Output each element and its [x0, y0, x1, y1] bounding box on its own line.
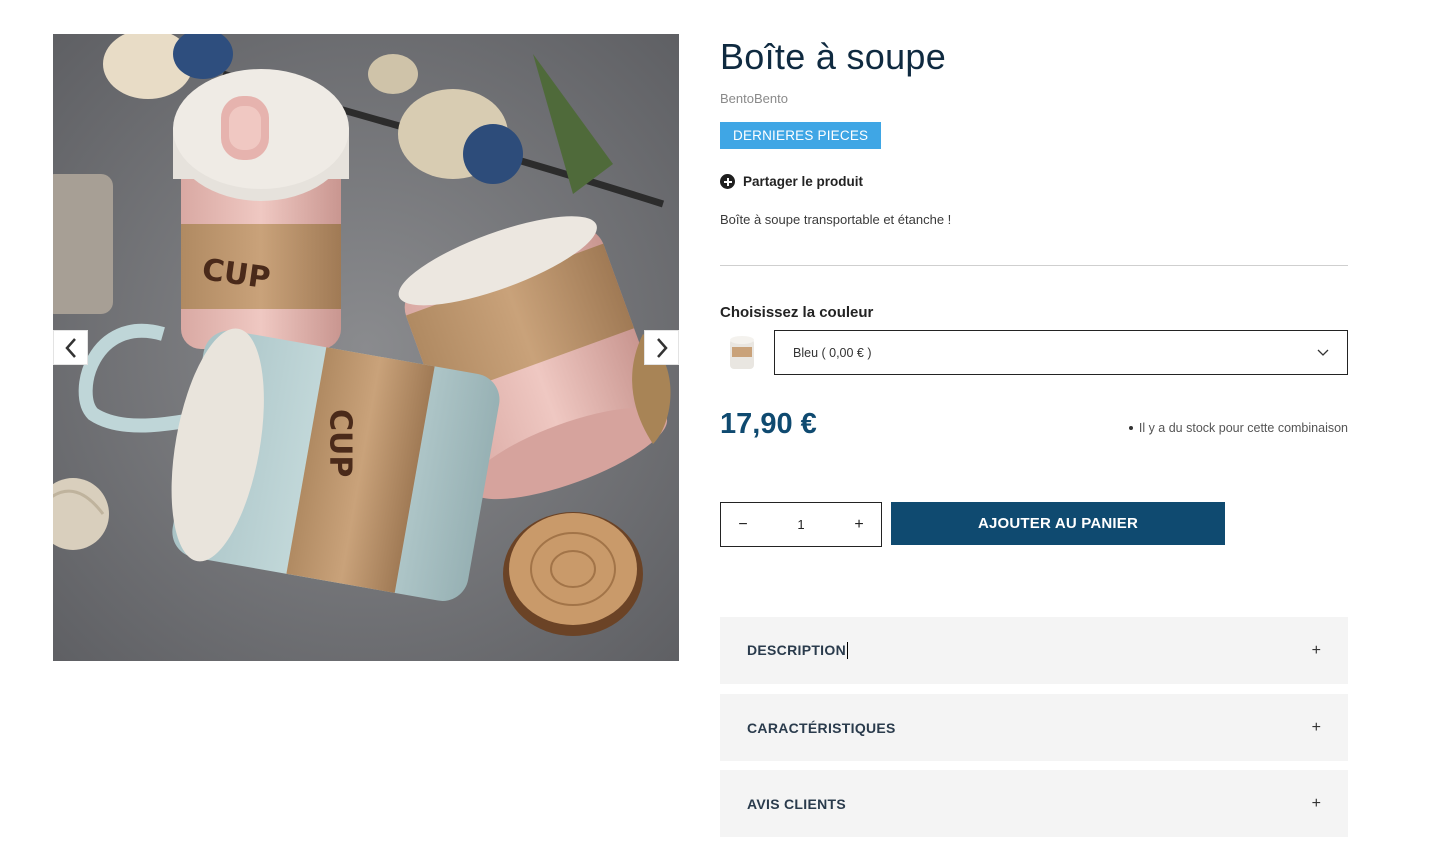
quantity-increase-button[interactable]: + [851, 516, 867, 534]
variant-label: Choisissez la couleur [720, 304, 874, 321]
product-brand: BentoBento [720, 91, 788, 106]
share-product-button[interactable]: Partager le produit [720, 174, 863, 189]
gallery-prev-button[interactable] [53, 330, 88, 365]
stock-message: Il y a du stock pour cette combinaison [1138, 421, 1348, 435]
product-price: 17,90 € [720, 408, 817, 440]
accordion-characteristics[interactable]: CARACTÉRISTIQUES + [720, 694, 1348, 761]
variant-thumbnail[interactable] [724, 333, 760, 371]
product-image: CUP CUP [53, 34, 679, 661]
plus-circle-icon [720, 174, 735, 189]
stock-status: Il y a du stock pour cette combinaison [1128, 421, 1348, 435]
text-cursor [846, 642, 848, 660]
color-select-value: Bleu ( 0,00 € ) [793, 345, 872, 360]
plus-icon: + [1311, 718, 1321, 736]
chevron-left-icon [64, 337, 76, 358]
chevron-right-icon [656, 337, 668, 358]
stock-badge: DERNIERES PIECES [720, 122, 882, 149]
accordion-label: DESCRIPTION [747, 641, 848, 660]
bullet-icon [1128, 426, 1133, 430]
quantity-stepper[interactable]: − 1 + [720, 502, 882, 547]
quantity-value[interactable]: 1 [797, 517, 804, 532]
chevron-down-icon [1317, 349, 1329, 356]
share-label: Partager le produit [743, 174, 864, 189]
accordion-description[interactable]: DESCRIPTION + [720, 617, 1348, 684]
accordion-reviews[interactable]: AVIS CLIENTS + [720, 770, 1348, 837]
add-to-cart-button[interactable]: AJOUTER AU PANIER [891, 502, 1225, 545]
divider [720, 265, 1348, 266]
accordion-label: CARACTÉRISTIQUES [747, 719, 896, 736]
quantity-decrease-button[interactable]: − [735, 516, 751, 534]
product-image-gallery: CUP CUP [53, 34, 679, 661]
plus-icon: + [1311, 641, 1321, 659]
color-select[interactable]: Bleu ( 0,00 € ) [774, 330, 1348, 375]
short-description: Boîte à soupe transportable et étanche ! [720, 212, 952, 227]
accordion-label: AVIS CLIENTS [747, 795, 847, 812]
plus-icon: + [1311, 794, 1321, 812]
cup-label-text-2: CUP [323, 409, 358, 477]
product-title: Boîte à soupe [720, 36, 947, 77]
gallery-next-button[interactable] [644, 330, 679, 365]
